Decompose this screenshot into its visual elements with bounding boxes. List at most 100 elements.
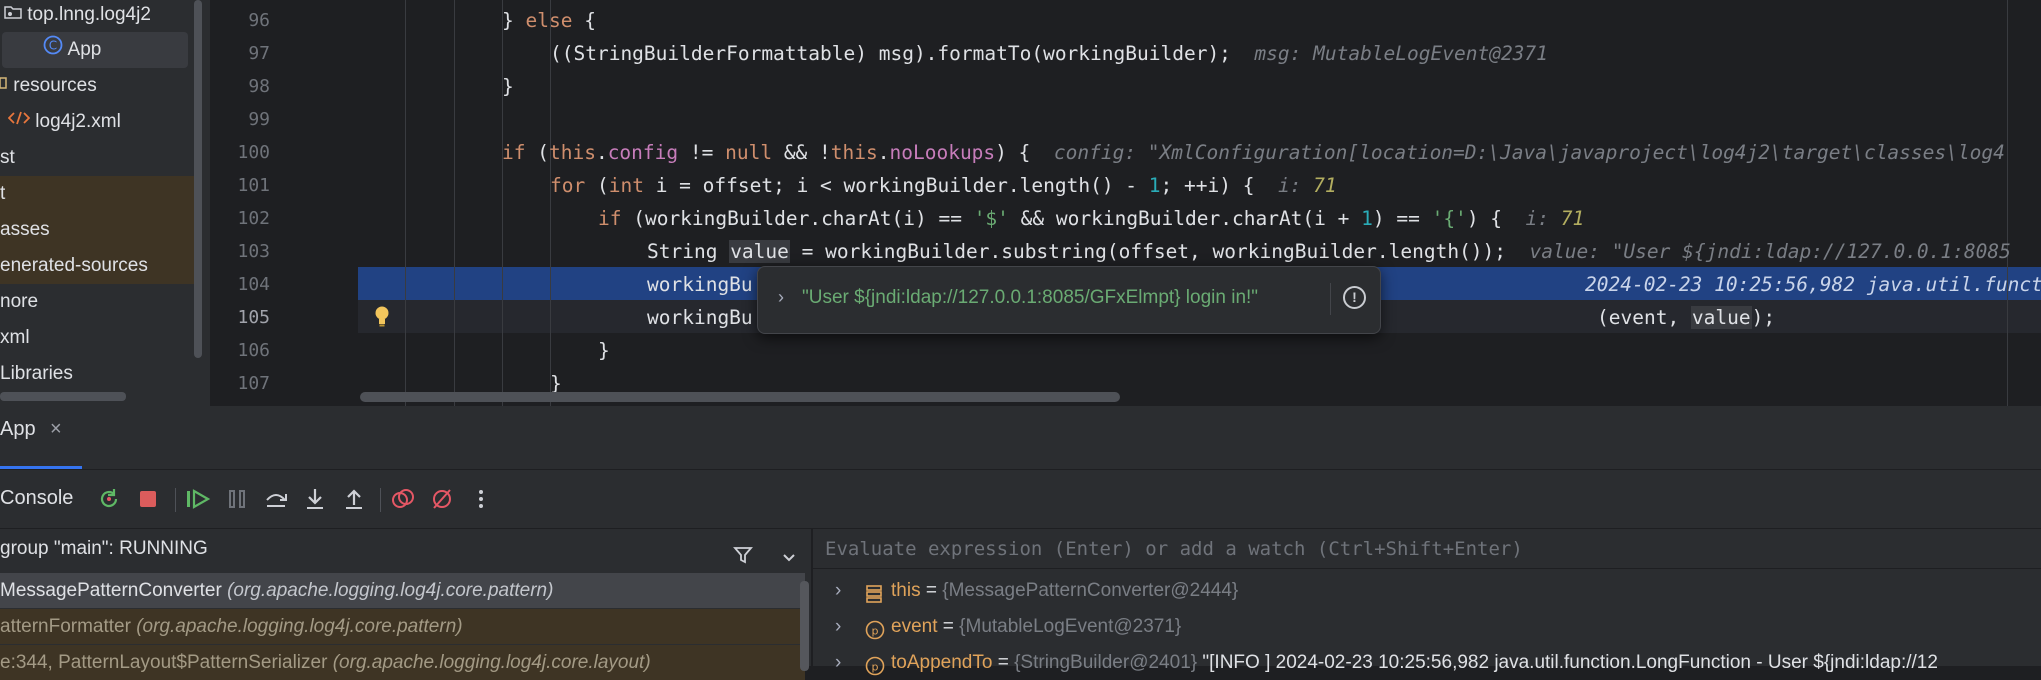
line-number: 105	[237, 307, 270, 328]
expand-chevron-icon[interactable]: ›	[835, 609, 841, 644]
code-line-102: if (workingBuilder.charAt(i) == '$' && w…	[598, 207, 1585, 230]
mute-breakpoints-icon[interactable]	[427, 484, 457, 514]
expand-chevron-icon[interactable]: ›	[778, 287, 784, 308]
resume-icon[interactable]	[183, 484, 213, 514]
tree-item-label: top.lnng.log4j2	[27, 4, 151, 26]
indent-guide	[502, 0, 503, 406]
code-line-106: }	[598, 339, 610, 362]
frames-panel: group "main": RUNNING MessagePatternConv…	[0, 529, 811, 680]
tree-item-label: log4j2.xml	[35, 111, 121, 133]
line-number: 102	[237, 208, 270, 229]
code-line-103: String value = workingBuilder.substring(…	[647, 240, 2011, 263]
variable-row[interactable]: › this = {MessagePatternConverter@2444}	[813, 573, 2041, 608]
stack-frame[interactable]: e:344, PatternLayout$PatternSerializer (…	[0, 645, 805, 680]
line-number: 98	[248, 76, 270, 97]
tree-item-label: App	[67, 39, 102, 61]
tree-item-generated-sources[interactable]: enerated-sources	[0, 248, 200, 284]
expand-chevron-icon[interactable]: ›	[835, 573, 841, 608]
close-icon[interactable]: ×	[50, 418, 62, 441]
tree-vertical-scrollbar[interactable]	[194, 0, 202, 358]
inline-value-hint: msg: MutableLogEvent@2371	[1254, 42, 1548, 65]
debug-tool-window: App × Console group "main": RUNNING Mess…	[0, 406, 2041, 680]
thread-selector[interactable]: group "main": RUNNING	[0, 529, 811, 569]
editor-horizontal-scrollbar[interactable]	[360, 392, 1120, 402]
line-number: 104	[237, 274, 270, 295]
tree-item-label: asses	[0, 219, 50, 240]
view-breakpoints-icon[interactable]	[388, 484, 418, 514]
line-number: 106	[237, 340, 270, 361]
more-options-icon[interactable]	[466, 484, 496, 514]
code-line-97: ((StringBuilderFormattable) msg).formatT…	[550, 42, 1548, 65]
line-number: 100	[237, 142, 270, 163]
stop-icon[interactable]	[133, 484, 163, 514]
tooltip-divider	[1330, 283, 1331, 315]
code-editor[interactable]: 96 97 98 99 100 101 102 103 104 105 106 …	[210, 0, 2041, 406]
variable-row[interactable]: › p toAppendTo = {StringBuilder@2401} "[…	[813, 645, 2041, 680]
folder-icon	[4, 0, 22, 33]
tree-item-st[interactable]: st	[0, 140, 200, 176]
rerun-icon[interactable]	[94, 484, 124, 514]
parameter-icon: p	[865, 617, 885, 644]
tree-item-label: enerated-sources	[0, 255, 148, 276]
code-line-105-tail: (event, value);	[1597, 306, 1776, 329]
frames-scrollbar[interactable]	[800, 581, 809, 671]
line-number: 107	[237, 373, 270, 394]
toolbar-separator	[380, 488, 381, 512]
variable-row[interactable]: › p event = {MutableLogEvent@2371}	[813, 609, 2041, 644]
tree-item-app[interactable]: C App	[2, 32, 188, 68]
class-icon: C	[43, 32, 63, 68]
expand-chevron-icon[interactable]: ›	[835, 645, 841, 680]
value-tooltip[interactable]: › "User ${jndi:ldap://127.0.0.1:8085/GFx…	[757, 266, 1381, 334]
tree-item-xml[interactable]: xml	[0, 320, 200, 356]
step-out-icon[interactable]	[339, 484, 369, 514]
code-line-96: } else {	[502, 9, 596, 32]
tree-horizontal-scrollbar[interactable]	[0, 392, 126, 401]
execution-line-hint: 2024-02-23 10:25:56,982 java.util.functi…	[1585, 273, 2041, 296]
inline-value-hint: i: 71	[1277, 174, 1337, 197]
code-line-104: workingBu	[647, 273, 753, 296]
line-number: 96	[248, 10, 270, 31]
resources-folder-icon	[0, 68, 8, 104]
parameter-icon: p	[865, 653, 885, 680]
tree-item-ignore[interactable]: nore	[0, 284, 200, 320]
tree-item-label: resources	[13, 75, 97, 97]
evaluate-expression-input[interactable]: Evaluate expression (Enter) or add a wat…	[813, 529, 2041, 569]
step-into-icon[interactable]	[300, 484, 330, 514]
line-number: 99	[248, 109, 270, 130]
tree-item-log4j2-xml[interactable]: log4j2.xml	[7, 104, 208, 140]
tree-item-classes[interactable]: asses	[0, 212, 200, 248]
svg-text:p: p	[872, 625, 879, 638]
toolbar-separator	[175, 488, 176, 512]
code-line-100: if (this.config != null && !this.noLooku…	[502, 141, 2005, 164]
inline-value-hint: i: 71	[1525, 207, 1585, 230]
debug-toolbar: Console	[0, 470, 2041, 528]
tree-item-libraries[interactable]: Libraries	[0, 356, 200, 392]
tree-item-label: st	[0, 147, 15, 168]
line-number: 101	[237, 175, 270, 196]
tree-item-resources[interactable]: resources	[0, 68, 200, 104]
tree-item-label: nore	[0, 291, 39, 312]
inline-value-hint: value: "User ${jndi:ldap://127.0.0.1:808…	[1529, 240, 2011, 263]
line-number: 97	[248, 43, 270, 64]
lightbulb-icon[interactable]	[374, 305, 390, 331]
tree-item-package[interactable]: top.lnng.log4j2	[4, 0, 204, 33]
info-icon[interactable]: !	[1343, 286, 1366, 309]
stack-frame[interactable]: MessagePatternConverter (org.apache.logg…	[0, 573, 805, 608]
tree-item-label: xml	[0, 327, 30, 348]
step-over-icon[interactable]	[261, 484, 291, 514]
console-tab[interactable]: Console	[0, 487, 73, 510]
indent-guide	[405, 0, 406, 406]
stack-frame[interactable]: atternFormatter (org.apache.logging.log4…	[0, 609, 805, 644]
code-line-105: workingBu	[647, 306, 753, 329]
indent-guide	[454, 0, 455, 406]
xml-file-icon	[7, 104, 31, 140]
tree-item-label: Libraries	[0, 363, 73, 384]
pause-icon[interactable]	[222, 484, 252, 514]
line-number: 103	[237, 241, 270, 262]
inline-value-hint: config: "XmlConfiguration[location=D:\Ja…	[1053, 141, 2005, 164]
tree-item-t[interactable]: t	[0, 176, 200, 212]
debug-tab-app[interactable]: App	[0, 418, 36, 441]
code-line-101: for (int i = offset; i < workingBuilder.…	[550, 174, 1337, 197]
svg-text:p: p	[872, 661, 879, 674]
thread-label: group "main": RUNNING	[0, 538, 208, 559]
